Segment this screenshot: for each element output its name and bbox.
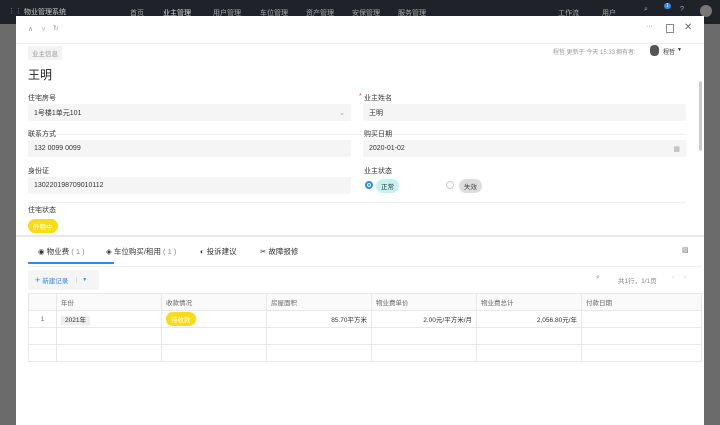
phone-input[interactable]: 132 0099 0099	[28, 140, 351, 157]
status-label: 业主状态	[364, 168, 392, 175]
tab-complaint[interactable]: ◐ 投诉建议	[200, 246, 237, 257]
plus-icon: +	[35, 275, 41, 285]
divider	[28, 134, 686, 135]
house-status-label: 住宅状态	[28, 207, 56, 214]
year-cell[interactable]: 2021年	[56, 310, 162, 328]
year-tag: 2021年	[61, 316, 90, 325]
tab-count: ( 1 )	[163, 247, 177, 256]
owner-label: 拥有者:	[616, 50, 636, 56]
close-icon[interactable]: ✕	[684, 22, 692, 33]
caret-down-icon[interactable]: ▼	[76, 277, 87, 283]
car-icon: ◈	[106, 247, 114, 256]
area-cell[interactable]: 85.70平方米	[266, 310, 372, 328]
refresh-icon[interactable]: ↻	[53, 24, 59, 32]
pagination-info: 共1行，1/1页	[618, 278, 657, 285]
phone-value: 132 0099 0099	[34, 145, 81, 152]
name-input[interactable]: 王明	[363, 104, 686, 121]
coin-icon: ◉	[38, 247, 47, 256]
caret-down-icon[interactable]: ▼	[677, 47, 682, 53]
status-option-normal[interactable]: 正常	[376, 179, 399, 193]
radio-normal[interactable]	[365, 181, 373, 189]
record-modal: ∧ ∨ ↻ ··· ✕ 业主信息 程哲 更新于 今天 15:33 拥有者: 程哲…	[16, 16, 704, 425]
modal-header: ∧ ∨ ↻ ··· ✕	[16, 16, 704, 44]
date-label: 购买日期	[364, 131, 392, 138]
empty-row	[28, 344, 702, 362]
divider	[28, 266, 702, 267]
search-icon[interactable]: ⌕	[644, 6, 648, 14]
property-fee-table: 年份 收款情况 房屋面积 物业费单价 物业费总计 付款日期 1 2021年 待收…	[28, 293, 702, 362]
payment-status-tag: 待收款	[166, 312, 196, 326]
apps-grid-icon[interactable]: ⋮⋮	[8, 7, 22, 15]
radio-invalid[interactable]	[446, 181, 454, 189]
help-icon[interactable]: ?	[680, 6, 684, 13]
tab-label: 投诉建议	[206, 247, 237, 256]
index-header	[28, 293, 57, 311]
update-meta: 程哲 更新于 今天 15:33	[553, 50, 616, 56]
price-cell[interactable]: 2.00元/平方米/月	[371, 310, 477, 328]
column-header[interactable]: 年份	[56, 293, 162, 311]
tab-label: 车位购买/租用	[113, 247, 161, 256]
row-index: 1	[28, 310, 57, 328]
id-value: 130220198709010112	[34, 182, 104, 189]
phone-label: 联系方式	[28, 131, 56, 138]
next-page-icon[interactable]: ›	[684, 274, 686, 281]
total-cell[interactable]: 2,056.80元/年	[476, 310, 582, 328]
calendar-icon: ▦	[673, 145, 680, 153]
table-header-row: 年份 收款情况 房屋面积 物业费单价 物业费总计 付款日期	[28, 293, 702, 311]
column-header[interactable]: 物业费单价	[371, 293, 477, 311]
tab-label: 故障报修	[268, 247, 299, 256]
new-record-label: 新建记录	[42, 278, 69, 285]
room-select[interactable]: 1号楼1单元101 ⌄	[28, 104, 351, 121]
tab-repair[interactable]: ✂ 故障报修	[260, 246, 298, 257]
id-input[interactable]: 130220198709010112	[28, 177, 351, 194]
name-value: 王明	[369, 109, 383, 117]
chevron-up-icon[interactable]: ∧	[28, 25, 33, 33]
column-header[interactable]: 物业费总计	[476, 293, 582, 311]
scrollbar[interactable]	[699, 81, 702, 151]
record-title: 王明	[28, 68, 53, 82]
new-record-button[interactable]: + 新建记录 ▼	[28, 270, 99, 290]
search-icon[interactable]: ⌕	[596, 274, 600, 282]
column-header[interactable]: 收款情况	[161, 293, 267, 311]
room-label: 住宅房号	[28, 95, 56, 102]
chevron-down-icon[interactable]: ∨	[41, 25, 46, 33]
room-value: 1号楼1单元101	[34, 109, 82, 117]
notification-badge[interactable]: 1	[664, 3, 671, 9]
divider	[28, 202, 686, 203]
tab-count: ( 1 )	[71, 247, 85, 256]
date-value: 2020-01-02	[369, 145, 405, 152]
date-input[interactable]: 2020-01-02 ▦	[363, 140, 686, 157]
owner-name[interactable]: 程哲	[663, 47, 675, 56]
column-header[interactable]: 付款日期	[581, 293, 702, 311]
house-status-tag: 外租中	[28, 219, 58, 233]
status-cell[interactable]: 待收款	[161, 310, 267, 328]
tab-parking[interactable]: ◈ 车位购买/租用 ( 1 )	[106, 246, 176, 257]
table-row[interactable]: 1 2021年 待收款 85.70平方米 2.00元/平方米/月 2,056.8…	[28, 310, 702, 328]
empty-row	[28, 327, 702, 345]
chevron-down-icon: ⌄	[339, 109, 345, 117]
complaint-icon: ◐	[200, 247, 207, 256]
image-icon[interactable]: ▨	[682, 246, 689, 254]
sidebar-toggle-icon[interactable]	[666, 24, 674, 33]
name-label: 业主姓名	[364, 95, 392, 102]
column-header[interactable]: 房屋面积	[266, 293, 372, 311]
more-icon[interactable]: ···	[646, 23, 653, 30]
status-option-invalid[interactable]: 失效	[459, 179, 482, 193]
tab-property-fee[interactable]: ◉ 物业费 ( 1 )	[38, 246, 85, 257]
tab-label: 物业费	[46, 247, 70, 256]
active-tab-indicator	[28, 262, 114, 264]
prev-page-icon[interactable]: ‹	[672, 274, 674, 281]
owner-avatar	[650, 45, 659, 56]
required-mark: *	[359, 93, 362, 100]
section-tag: 业主信息	[28, 46, 62, 60]
id-label: 身份证	[28, 168, 49, 175]
paid-date-cell[interactable]	[581, 310, 702, 328]
section-divider	[16, 235, 704, 237]
